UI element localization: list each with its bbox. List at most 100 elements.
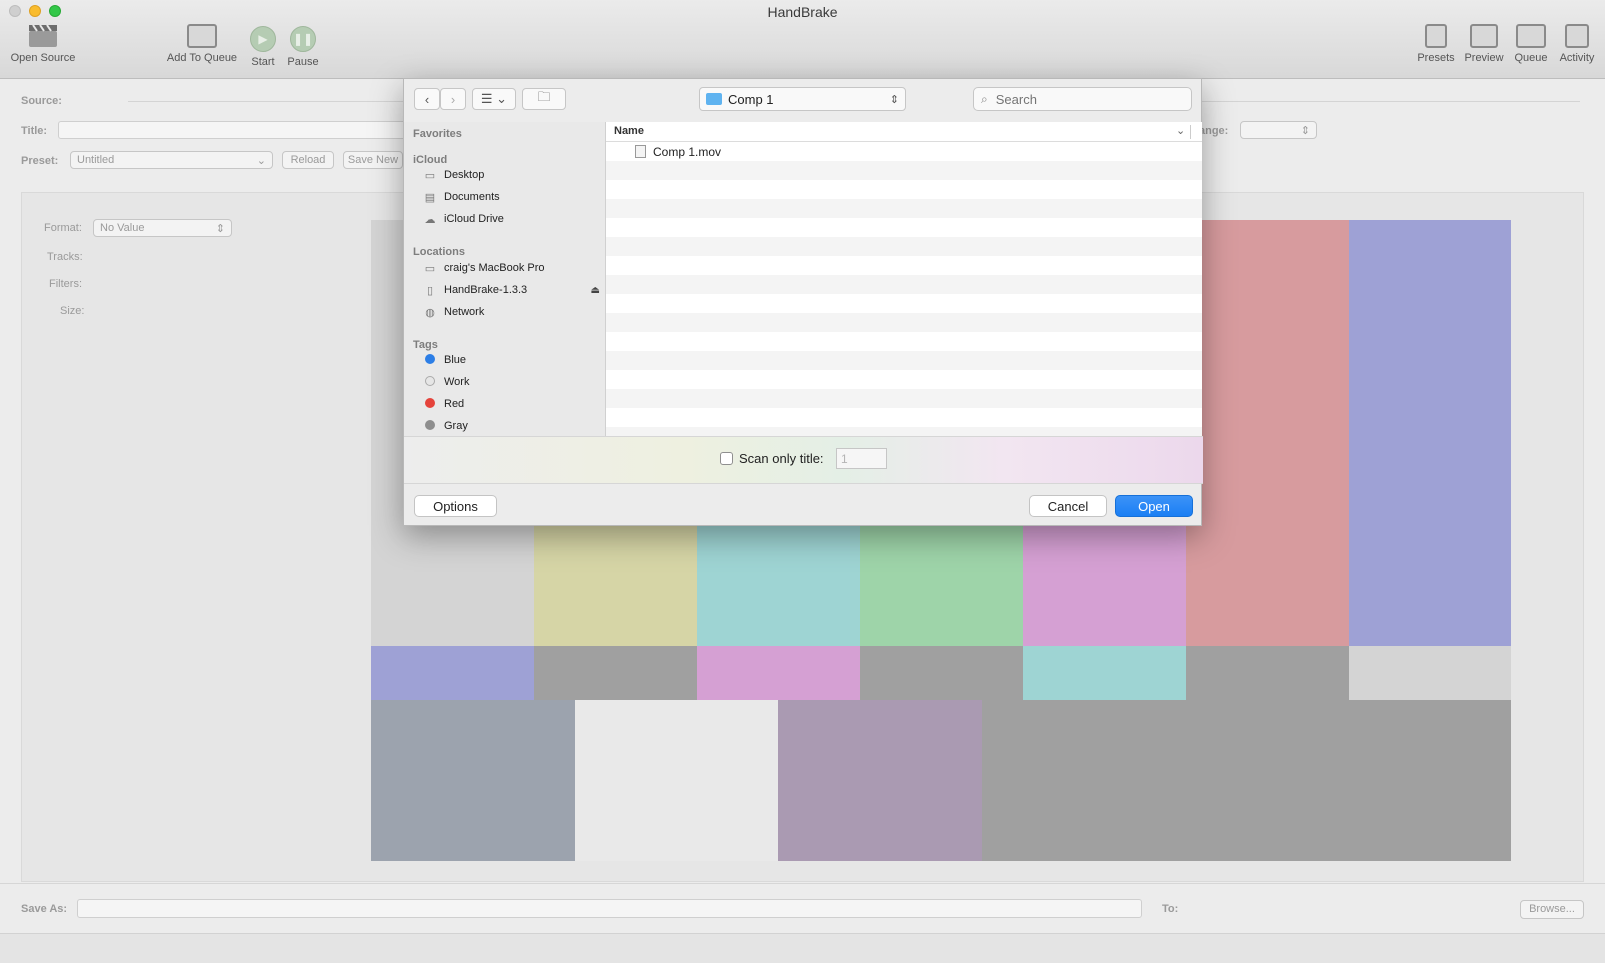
sidebar-item-label: Documents	[444, 191, 500, 203]
bottom-divider	[0, 883, 1605, 884]
eject-icon[interactable]: ⏏	[591, 285, 600, 296]
pause-button[interactable]: ❚❚ Pause	[286, 26, 320, 68]
sidebar-item-label: craig's MacBook Pro	[444, 262, 545, 274]
list-view-icon: ☰ ⌄	[480, 91, 508, 106]
search-field[interactable]: ⌕	[973, 87, 1192, 111]
add-image-icon	[187, 24, 217, 48]
play-icon: ▶	[250, 26, 276, 52]
add-to-queue-button[interactable]: Add To Queue	[161, 24, 243, 64]
sidebar-item-icloud-drive[interactable]: ☁ iCloud Drive	[422, 209, 504, 229]
desktop-icon: ▭	[424, 169, 436, 182]
browse-button[interactable]: Browse...	[1520, 900, 1584, 919]
sidebar: Favorites iCloud ▭ Desktop ▤ Documents ☁ iC…	[404, 122, 606, 436]
tag-gray-icon	[425, 419, 435, 430]
clapperboard-icon	[28, 24, 58, 48]
open-source-button[interactable]: Open Source	[6, 24, 80, 64]
file-list: Name ⌄ Comp 1.mov	[606, 122, 1202, 436]
chevron-left-icon: ‹	[424, 91, 430, 107]
scan-only-title-checkbox[interactable]	[720, 452, 733, 465]
save-as-label: Save As:	[21, 903, 68, 915]
globe-icon: ◍	[425, 306, 435, 319]
sidebar-heading-locations: Locations	[413, 246, 465, 258]
status-bar	[0, 933, 1605, 963]
zoom-window-button[interactable]	[49, 5, 61, 17]
film-icon	[1470, 24, 1498, 48]
options-button[interactable]: Options	[414, 495, 497, 517]
sidebar-item-label: Blue	[444, 354, 467, 366]
chevron-updown-icon: ⇕	[215, 223, 225, 235]
pause-label: Pause	[287, 56, 319, 68]
source-label: Source:	[21, 95, 62, 107]
add-to-queue-label: Add To Queue	[166, 52, 238, 64]
laptop-icon: ▭	[424, 262, 436, 275]
preset-value: Untitled	[77, 154, 115, 166]
queue-button[interactable]: Queue	[1509, 24, 1553, 64]
file-name: Comp 1.mov	[653, 145, 722, 159]
cloud-icon: ☁	[424, 213, 436, 226]
cancel-button[interactable]: Cancel	[1029, 495, 1107, 517]
chevron-down-icon: ⌄	[256, 155, 266, 167]
presets-icon	[1425, 24, 1447, 48]
window-title: HandBrake	[767, 4, 838, 20]
start-button[interactable]: ▶ Start	[246, 26, 280, 68]
sidebar-item-label: Red	[444, 398, 465, 410]
minimize-window-button[interactable]	[29, 5, 41, 17]
chevron-updown-icon: ⇕	[889, 93, 899, 106]
sidebar-item-tag-gray[interactable]: Gray	[422, 416, 468, 436]
sidebar-item-tag-red[interactable]: Red	[422, 394, 464, 414]
save-new-button[interactable]: Save New	[343, 151, 403, 169]
sidebar-heading-favorites: Favorites	[413, 128, 462, 140]
format-popup[interactable]: No Value ⇕	[93, 219, 232, 237]
scan-only-title-label: Scan only title:	[739, 451, 824, 466]
disk-icon: ▯	[426, 284, 434, 297]
range-popup[interactable]: ⇕	[1240, 121, 1317, 139]
activity-icon	[1565, 24, 1589, 48]
movie-file-icon	[635, 145, 646, 158]
filters-label: Filters:	[49, 278, 82, 290]
new-folder-button[interactable]: 🗀	[522, 88, 566, 110]
forward-button[interactable]: ›	[440, 88, 466, 110]
sidebar-item-documents[interactable]: ▤ Documents	[422, 187, 500, 207]
sidebar-item-tag-blue[interactable]: Blue	[422, 350, 466, 370]
preview-button[interactable]: Preview	[1462, 24, 1506, 64]
sidebar-item-macbook[interactable]: ▭ craig's MacBook Pro	[422, 258, 545, 278]
tag-blue-icon	[425, 353, 435, 364]
sidebar-item-network[interactable]: ◍ Network	[422, 302, 484, 322]
sidebar-item-label: Desktop	[444, 169, 485, 181]
new-folder-icon: 🗀	[537, 89, 551, 104]
title-popup[interactable]	[58, 121, 408, 139]
format-label: Format:	[44, 222, 82, 234]
location-value: Comp 1	[728, 91, 774, 107]
open-file-dialog: ‹ › ☰ ⌄ 🗀 Comp 1 ⇕ ⌕ Favorites iCloud ▭D…	[403, 78, 1203, 526]
queue-label: Queue	[1514, 52, 1548, 64]
view-mode-button[interactable]: ☰ ⌄	[472, 88, 516, 110]
title-label: Title:	[21, 125, 48, 137]
back-button[interactable]: ‹	[414, 88, 440, 110]
close-window-button[interactable]	[9, 5, 21, 17]
list-header[interactable]: Name ⌄	[606, 122, 1202, 142]
open-button[interactable]: Open	[1115, 495, 1193, 517]
open-source-label: Open Source	[10, 52, 76, 64]
reload-button[interactable]: Reload	[282, 151, 334, 169]
scan-title-number-field[interactable]: 1	[836, 448, 887, 469]
sort-chevron-icon: ⌄	[1176, 125, 1186, 137]
save-as-field[interactable]	[77, 899, 1142, 918]
tag-red-icon	[425, 397, 435, 408]
presets-label: Presets	[1417, 52, 1455, 64]
chevron-updown-icon: ⇕	[1300, 125, 1310, 137]
documents-icon: ▤	[424, 191, 436, 204]
sidebar-item-tag-work[interactable]: Work	[422, 372, 469, 392]
presets-button[interactable]: Presets	[1414, 24, 1458, 64]
column-name: Name	[614, 125, 644, 137]
scan-options-bar: Scan only title: 1	[404, 436, 1203, 484]
activity-button[interactable]: Activity	[1555, 24, 1599, 64]
list-item[interactable]: Comp 1.mov	[606, 142, 1202, 161]
sidebar-item-desktop[interactable]: ▭ Desktop	[422, 165, 485, 185]
to-label: To:	[1162, 903, 1179, 915]
search-input[interactable]	[993, 90, 1178, 108]
preset-popup[interactable]: Untitled ⌄	[70, 151, 273, 169]
sidebar-item-label: Work	[444, 376, 470, 388]
location-popup[interactable]: Comp 1 ⇕	[699, 87, 906, 111]
sidebar-item-label: Network	[444, 306, 485, 318]
sidebar-item-handbrake-volume[interactable]: ▯ HandBrake-1.3.3 ⏏	[422, 280, 600, 300]
